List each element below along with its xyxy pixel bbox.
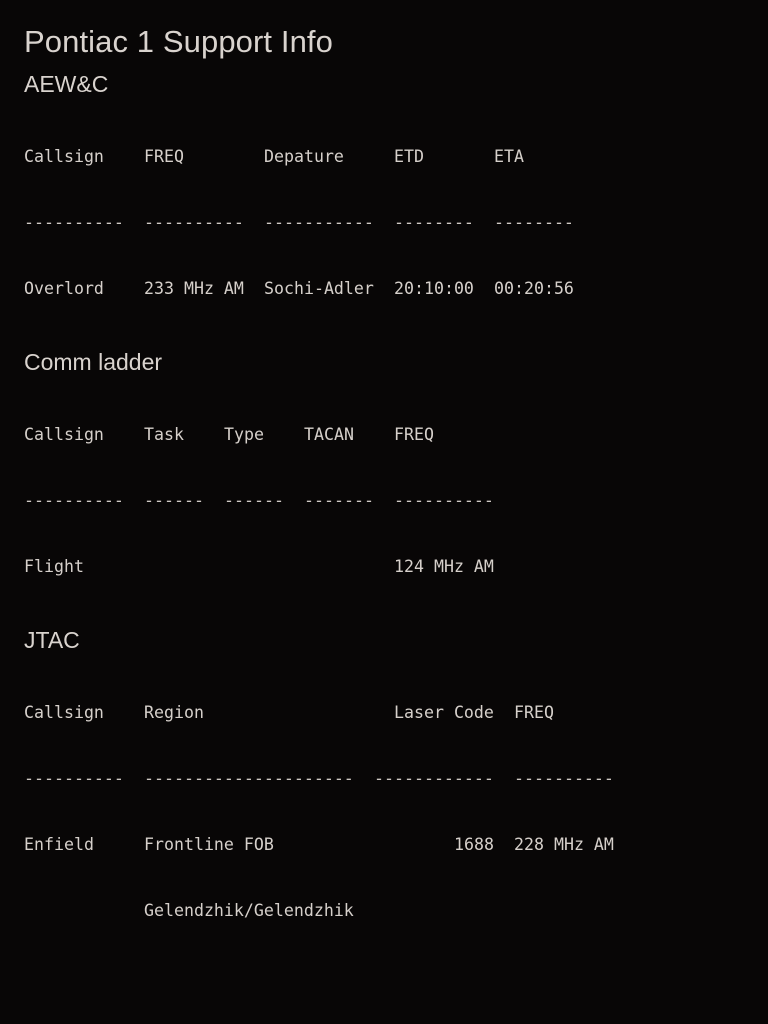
separator: ------------ [374,769,494,788]
comm-separator-row: ---------- ------ ------ ------- ---------- [24,490,744,512]
separator: ---------- [24,213,124,232]
jtac-section: JTAC Callsign Region Laser Code FREQ ------… [24,626,744,966]
support-info-page: Pontiac 1 Support Info AEW&C Callsign FRE… [24,24,744,970]
aewc-header-callsign: Callsign [24,147,104,166]
jtac-table: Callsign Region Laser Code FREQ ---------- -… [24,658,744,966]
table-row: Gelendzhik/Gelendzhik [24,900,744,922]
table-row: Flight 124 MHz AM [24,556,744,578]
aewc-separator-row: ---------- ---------- ----------- -------- -… [24,212,744,234]
jtac-region: Frontline FOB [144,835,274,854]
aewc-header-freq: FREQ [144,147,184,166]
aewc-header-etd: ETD [394,147,424,166]
separator: ------ [224,491,284,510]
aewc-header-row: Callsign FREQ Depature ETD ETA [24,146,744,168]
aewc-departure: Sochi-Adler [264,279,374,298]
comm-header-type: Type [224,425,264,444]
aewc-callsign: Overlord [24,279,104,298]
aewc-table: Callsign FREQ Depature ETD ETA ---------- ---… [24,102,744,344]
separator: ---------- [514,769,614,788]
comm-ladder-table: Callsign Task Type TACAN FREQ ---------- ----… [24,380,744,622]
jtac-heading: JTAC [24,627,80,653]
separator: -------- [494,213,574,232]
jtac-header-callsign: Callsign [24,703,104,722]
comm-header-tacan: TACAN [304,425,354,444]
separator: ---------- [144,213,244,232]
comm-header-task: Task [144,425,184,444]
separator: --------------------- [144,769,354,788]
jtac-freq: 228 MHz AM [514,835,614,854]
aewc-header-departure: Depature [264,147,344,166]
aewc-section: AEW&C Callsign FREQ Depature ETD ETA -------… [24,70,744,344]
comm-callsign: Flight [24,557,84,576]
separator: ------- [304,491,374,510]
separator: ---------- [24,769,124,788]
separator: ---------- [24,491,124,510]
jtac-laser-code: 1688 [454,835,494,854]
separator: ---------- [394,491,494,510]
comm-ladder-heading: Comm ladder [24,349,163,375]
comm-freq: 124 MHz AM [394,557,494,576]
table-row: Enfield Frontline FOB 1688 228 MHz AM [24,834,744,856]
separator: ----------- [264,213,374,232]
jtac-header-row: Callsign Region Laser Code FREQ [24,702,744,724]
jtac-header-laser-code: Laser Code [394,703,494,722]
comm-header-row: Callsign Task Type TACAN FREQ [24,424,744,446]
page-title: Pontiac 1 Support Info [24,24,333,59]
comm-header-freq: FREQ [394,425,434,444]
separator: ------ [144,491,204,510]
comm-ladder-section: Comm ladder Callsign Task Type TACAN FREQ --… [24,348,744,622]
aewc-etd: 20:10:00 [394,279,474,298]
comm-header-callsign: Callsign [24,425,104,444]
aewc-eta: 00:20:56 [494,279,574,298]
aewc-freq: 233 MHz AM [144,279,244,298]
aewc-header-eta: ETA [494,147,524,166]
jtac-header-region: Region [144,703,204,722]
jtac-separator-row: ---------- --------------------- ---------… [24,768,744,790]
aewc-heading: AEW&C [24,71,109,97]
jtac-region-cont: Gelendzhik/Gelendzhik [144,901,354,920]
separator: -------- [394,213,474,232]
jtac-callsign: Enfield [24,835,94,854]
jtac-header-freq: FREQ [514,703,554,722]
table-row: Overlord 233 MHz AM Sochi-Adler 20:10:00 00:… [24,278,744,300]
